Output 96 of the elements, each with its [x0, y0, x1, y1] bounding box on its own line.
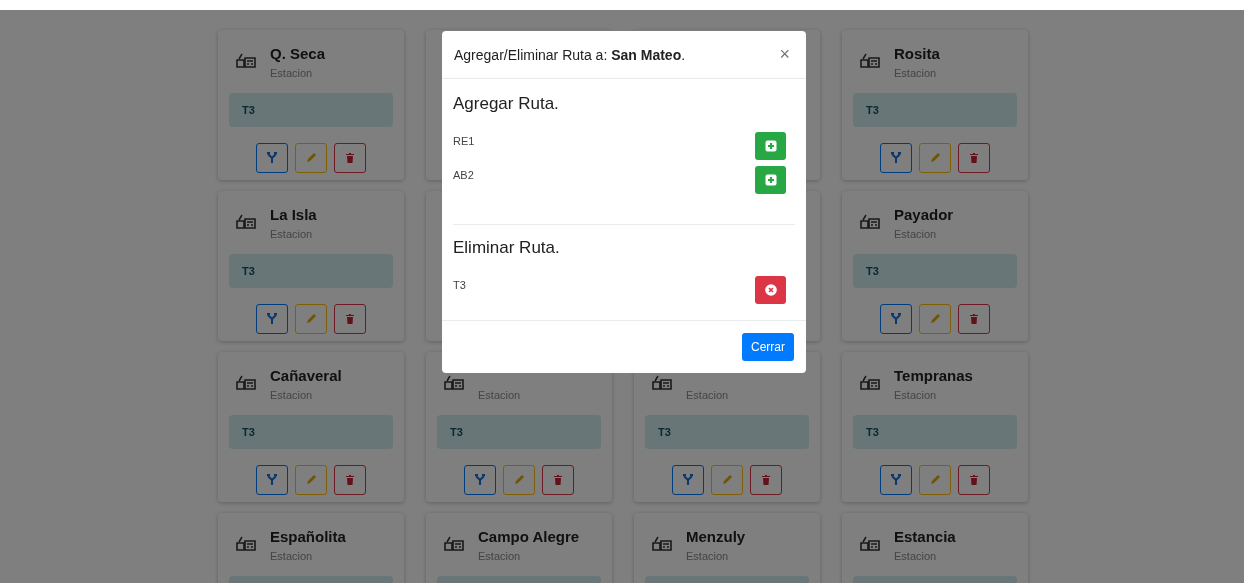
pencil-icon: [305, 474, 317, 486]
delete-button[interactable]: [334, 143, 366, 173]
pencil-icon: [929, 313, 941, 325]
trash-icon: [968, 474, 980, 486]
station-name: Campo Alegre: [478, 528, 580, 546]
station-name: Tempranas: [894, 367, 973, 385]
station-name: Q. Seca: [270, 45, 326, 63]
fork-icon: [266, 474, 278, 486]
train-station-icon: [236, 536, 256, 552]
routes-button[interactable]: [880, 143, 912, 173]
routes-button[interactable]: [672, 465, 704, 495]
fork-icon: [890, 152, 902, 164]
station-type: Estacion: [894, 228, 938, 240]
trash-icon: [968, 152, 980, 164]
fork-icon: [266, 313, 278, 325]
pencil-icon: [929, 152, 941, 164]
train-station-icon: [652, 375, 672, 391]
fork-icon: [890, 474, 902, 486]
pencil-icon: [929, 474, 941, 486]
train-station-icon: [652, 536, 672, 552]
close-dialog-button[interactable]: Cerrar: [742, 333, 794, 361]
pencil-icon: [513, 474, 525, 486]
route-label: T3: [450, 426, 463, 438]
routes-button[interactable]: [880, 465, 912, 495]
trash-icon: [968, 313, 980, 325]
plus-square-icon: [764, 140, 777, 152]
station-type: Estacion: [894, 389, 938, 401]
route-label: T3: [242, 104, 255, 116]
station-type: Estacion: [270, 67, 314, 79]
station-type: Estacion: [686, 550, 730, 562]
station-name: Menzuly: [686, 528, 746, 546]
fork-icon: [266, 152, 278, 164]
trash-icon: [760, 474, 772, 486]
station-type: Estacion: [894, 67, 938, 79]
station-type: Estacion: [686, 389, 729, 401]
routes-button[interactable]: [880, 304, 912, 334]
train-station-icon: [860, 53, 880, 69]
trash-icon: [344, 313, 356, 325]
pencil-icon: [721, 474, 733, 486]
routes-button[interactable]: [256, 465, 288, 495]
delete-button[interactable]: [958, 143, 990, 173]
station-name: Estancia: [894, 528, 956, 546]
delete-button[interactable]: [958, 304, 990, 334]
delete-button[interactable]: [958, 465, 990, 495]
route-label: T3: [242, 426, 255, 438]
station-type: Estacion: [894, 550, 938, 562]
route-label: T3: [866, 104, 879, 116]
section-heading: Agregar Ruta.: [453, 94, 560, 114]
trash-icon: [344, 474, 356, 486]
route-name: T3: [453, 278, 466, 291]
section-heading: Eliminar Ruta.: [453, 238, 561, 258]
route-name: AB2: [453, 168, 474, 181]
train-station-icon: [236, 375, 256, 391]
close-circle-icon: [764, 284, 777, 296]
delete-button[interactable]: [334, 304, 366, 334]
train-station-icon: [860, 375, 880, 391]
station-type: Estacion: [478, 389, 521, 401]
route-label: T3: [658, 426, 671, 438]
train-station-icon: [860, 536, 880, 552]
train-station-icon: [236, 214, 256, 230]
dialog-title: Agregar/Eliminar Ruta a: San Mateo.: [454, 46, 686, 63]
trash-icon: [344, 152, 356, 164]
station-type: Estacion: [270, 228, 314, 240]
train-station-icon: [860, 214, 880, 230]
pencil-icon: [305, 313, 317, 325]
routes-button[interactable]: [464, 465, 496, 495]
route-label: T3: [242, 265, 255, 277]
fork-icon: [682, 474, 694, 486]
station-name: Cañaveral: [270, 367, 342, 385]
station-name: Españolita: [270, 528, 346, 546]
add-route-button[interactable]: [755, 166, 786, 194]
station-name: Payador: [894, 206, 954, 224]
remove-route-button[interactable]: [755, 276, 786, 304]
plus-square-icon: [764, 174, 777, 186]
station-type: Estacion: [270, 550, 314, 562]
station-name: Rosita: [894, 45, 940, 63]
train-station-icon: [444, 375, 464, 391]
delete-button[interactable]: [542, 465, 574, 495]
pencil-icon: [305, 152, 317, 164]
route-label: T3: [866, 426, 879, 438]
route-label: T3: [866, 265, 879, 277]
train-station-icon: [444, 536, 464, 552]
trash-icon: [552, 474, 564, 486]
add-route-button[interactable]: [755, 132, 786, 160]
fork-icon: [890, 313, 902, 325]
train-station-icon: [236, 53, 256, 69]
delete-button[interactable]: [750, 465, 782, 495]
fork-icon: [474, 474, 486, 486]
delete-button[interactable]: [334, 465, 366, 495]
routes-button[interactable]: [256, 143, 288, 173]
station-type: Estacion: [270, 389, 314, 401]
route-name: RE1: [453, 134, 475, 147]
station-name: La Isla: [270, 206, 317, 224]
routes-button[interactable]: [256, 304, 288, 334]
close-button[interactable]: ×: [775, 44, 794, 65]
station-type: Estacion: [478, 550, 522, 562]
